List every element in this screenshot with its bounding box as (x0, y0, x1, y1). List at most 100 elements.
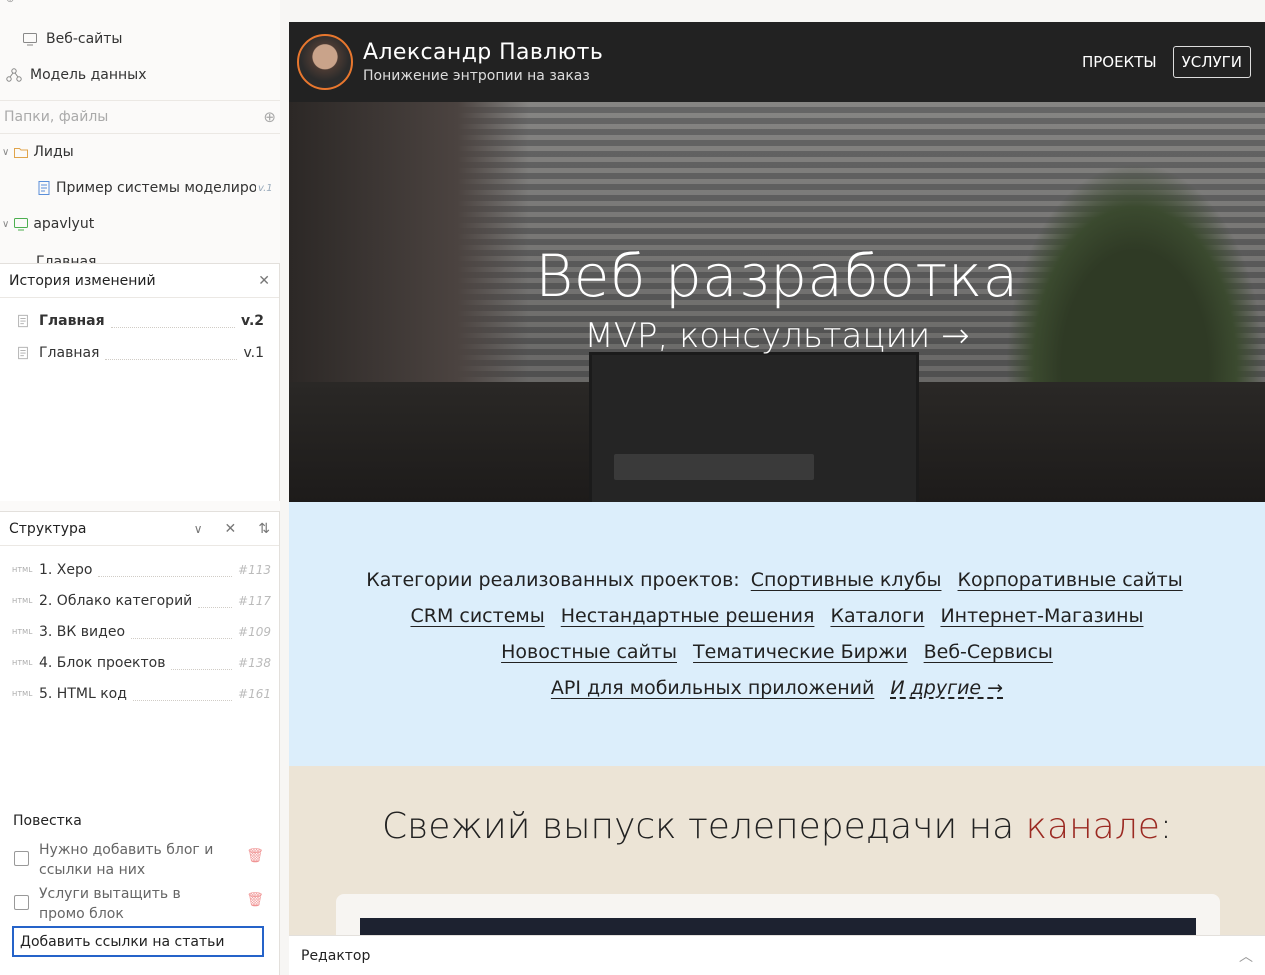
channel-link[interactable]: канале (1026, 806, 1160, 847)
history-panel: История изменений ✕ Главная v.2 Главная … (0, 263, 280, 501)
structure-panel: Структура ∨ ✕ ⇅ HTML 1. Херо #113 HTML 2… (0, 511, 280, 801)
site-name: Александр Павлють (363, 40, 604, 65)
doc-version: v.1 (258, 182, 273, 194)
categories-section: Категории реализованных проектов: Спорти… (289, 502, 1265, 766)
tree-site-apavlyut[interactable]: ∨ apavlyut (2, 216, 94, 232)
agenda-checkbox[interactable] (14, 895, 29, 910)
category-link[interactable]: Корпоративные сайты (958, 569, 1183, 591)
categories-line: API для мобильных приложений И другие → (289, 670, 1265, 706)
site-nav: ПРОЕКТЫ УСЛУГИ (1074, 46, 1251, 78)
history-item[interactable]: Главная v.1 (15, 342, 264, 364)
structure-item[interactable]: HTML 3. ВК видео #109 (12, 621, 271, 643)
document-icon (36, 180, 52, 196)
nav-services[interactable]: УСЛУГИ (1172, 46, 1251, 78)
category-link[interactable]: Нестандартные решения (561, 605, 815, 627)
category-link[interactable]: Тематические Биржи (693, 641, 908, 663)
other-categories-link[interactable]: И другие → (890, 677, 1003, 699)
tree-site-label: apavlyut (33, 216, 95, 232)
agenda-item-text: Услуги вытащить в промо блок (39, 886, 181, 922)
category-link[interactable]: API для мобильных приложений (551, 677, 874, 699)
html-tag: HTML (12, 659, 33, 667)
structure-item-label: 4. Блок проектов (39, 655, 166, 671)
structure-item-label: 1. Херо (39, 562, 93, 578)
history-title: История изменений (9, 272, 156, 289)
structure-item-id: #113 (238, 563, 271, 577)
site-brand[interactable]: Александр Павлють Понижение энтропии на … (363, 40, 603, 84)
site-header: Александр Павлють Понижение энтропии на … (289, 22, 1265, 102)
structure-item[interactable]: HTML 4. Блок проектов #138 (12, 652, 271, 674)
editor-bar[interactable]: Редактор ︿ (289, 935, 1265, 975)
sidebar-item-label: Веб-сайты (46, 31, 123, 47)
tree-folder-label: Лиды (33, 144, 74, 160)
trash-icon[interactable]: 🗑 (246, 848, 264, 864)
history-item-version: v.2 (240, 313, 264, 329)
sort-icon[interactable]: ⇅ (258, 521, 270, 537)
html-tag: HTML (12, 566, 33, 574)
structure-item-id: #109 (238, 625, 271, 639)
chevron-down-icon[interactable]: ∨ (2, 147, 9, 158)
sidebar-item-data-model[interactable]: Модель данных (6, 67, 147, 83)
chevron-down-icon[interactable]: ∨ (2, 219, 9, 230)
categories-line: Категории реализованных проектов: Спорти… (289, 562, 1265, 598)
categories-line: Новостные сайты Тематические Биржи Веб-С… (289, 634, 1265, 670)
tree-folder-leads[interactable]: ∨ Лиды (2, 144, 74, 160)
avatar[interactable] (297, 34, 353, 90)
tree-doc-label: Пример системы моделирования (56, 180, 256, 196)
agenda-checkbox[interactable] (14, 851, 29, 866)
agenda-new-item-input[interactable] (12, 926, 264, 957)
category-link[interactable]: Каталоги (830, 605, 924, 627)
monitor-icon (13, 216, 29, 232)
history-item-label: Главная (39, 313, 105, 329)
history-panel-header: История изменений ✕ (0, 264, 279, 298)
tree-doc-item[interactable]: Пример системы моделирования v.1 (36, 180, 280, 196)
hero-section: Веб разработка MVP, консультации → (289, 102, 1265, 502)
structure-item[interactable]: HTML 5. HTML код #161 (12, 683, 271, 705)
hero-title: Веб разработка (535, 242, 1019, 310)
top-cut-icon: ⊕ (6, 0, 14, 5)
folders-search-row: Папки, файлы ⊕ (0, 100, 280, 134)
history-item-version: v.1 (243, 345, 264, 361)
history-item[interactable]: Главная v.2 (15, 310, 264, 332)
category-link[interactable]: CRM системы (410, 605, 544, 627)
sidebar-item-label: Модель данных (30, 67, 147, 83)
category-link[interactable]: Новостные сайты (501, 641, 677, 663)
structure-item[interactable]: HTML 1. Херо #113 (12, 559, 271, 581)
agenda-item: Услуги вытащить в промо блок 🗑 (14, 884, 264, 924)
nav-projects[interactable]: ПРОЕКТЫ (1074, 47, 1165, 77)
structure-item-id: #117 (238, 594, 271, 608)
agenda-item-text: Нужно добавить блог и ссылки на них (39, 842, 214, 878)
structure-panel-header: Структура ∨ ✕ ⇅ (0, 512, 279, 546)
editor-label: Редактор (301, 947, 371, 964)
document-icon (15, 313, 31, 329)
html-tag: HTML (12, 628, 33, 636)
monitor-icon (22, 31, 38, 47)
hero-bg-keyboard (614, 454, 814, 480)
hero-subtitle-link[interactable]: MVP, консультации → (289, 316, 1265, 356)
category-link[interactable]: Интернет-Магазины (940, 605, 1143, 627)
folders-search-input[interactable]: Папки, файлы (4, 109, 108, 125)
structure-item-label: 5. HTML код (39, 686, 127, 702)
agenda-item: Нужно добавить блог и ссылки на них 🗑 (14, 840, 264, 880)
category-link[interactable]: Спортивные клубы (751, 569, 942, 591)
folder-icon (13, 144, 29, 160)
structure-item-label: 3. ВК видео (39, 624, 126, 640)
add-circle-icon[interactable]: ⊕ (263, 108, 276, 126)
structure-item-id: #161 (238, 687, 271, 701)
close-icon[interactable]: ✕ (258, 273, 270, 289)
category-link[interactable]: Веб-Сервисы (924, 641, 1053, 663)
html-tag: HTML (12, 690, 33, 698)
site-preview: Александр Павлють Понижение энтропии на … (289, 22, 1265, 975)
history-item-label: Главная (39, 345, 100, 361)
chevron-down-icon[interactable]: ∨ (194, 522, 203, 536)
trash-icon[interactable]: 🗑 (246, 892, 264, 908)
structure-item[interactable]: HTML 2. Облако категорий #117 (12, 590, 271, 612)
chevron-up-icon[interactable]: ︿ (1239, 946, 1253, 966)
agenda-title: Повестка (13, 813, 82, 829)
categories-line: CRM системы Нестандартные решения Катало… (289, 598, 1265, 634)
html-tag: HTML (12, 597, 33, 605)
structure-title: Структура (9, 520, 87, 537)
sidebar-item-websites[interactable]: Веб-сайты (22, 31, 123, 47)
categories-prefix: Категории реализованных проектов: (366, 569, 740, 591)
close-icon[interactable]: ✕ (225, 521, 237, 537)
structure-item-label: 2. Облако категорий (39, 593, 193, 609)
